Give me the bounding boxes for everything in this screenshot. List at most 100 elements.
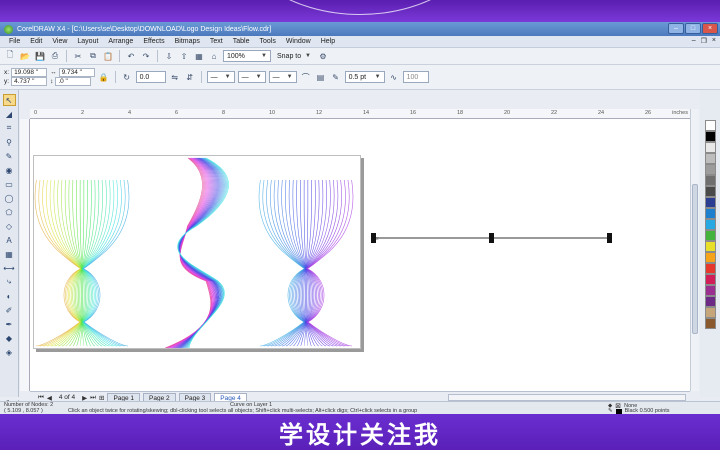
options-icon[interactable]: ⚙ [317, 50, 329, 62]
rectangle-tool-icon[interactable]: ▭ [3, 178, 16, 190]
menu-window[interactable]: Window [281, 38, 316, 45]
print-icon[interactable]: ⎙ [49, 50, 61, 62]
horizontal-scrollbar[interactable] [448, 394, 686, 401]
eyedropper-icon[interactable]: ✐ [3, 304, 16, 316]
outline-swatch [615, 408, 622, 414]
table-tool-icon[interactable]: ▦ [3, 248, 16, 260]
welcome-icon[interactable]: ⌂ [208, 50, 220, 62]
y-position-field[interactable]: 4.737 " [11, 77, 48, 86]
palette-swatch[interactable] [704, 197, 716, 208]
palette-swatch[interactable] [704, 285, 716, 296]
import-icon[interactable]: ⇩ [163, 50, 175, 62]
palette-swatch[interactable] [704, 263, 716, 274]
open-icon[interactable]: 📂 [19, 50, 31, 62]
doc-minimize-icon[interactable]: – [692, 37, 696, 45]
end-arrow-combo[interactable]: — ▼ [268, 71, 297, 83]
close-curve-icon[interactable]: ⌒ [300, 71, 312, 83]
palette-swatch[interactable] [704, 296, 716, 307]
rotate-icon[interactable]: ↻ [121, 71, 133, 83]
palette-swatch[interactable] [704, 230, 716, 241]
export-icon[interactable]: ⇧ [178, 50, 190, 62]
palette-swatch[interactable] [704, 120, 716, 131]
doc-close-icon[interactable]: × [712, 37, 716, 45]
outline-width-combo[interactable]: 0.5 pt ▼ [344, 71, 385, 83]
outline-tool-icon[interactable]: ✒ [3, 318, 16, 330]
freehand-tool-icon[interactable]: ✎ [3, 150, 16, 162]
wrap-text-icon[interactable]: ▤ [315, 71, 327, 83]
palette-swatch[interactable] [704, 175, 716, 186]
crop-tool-icon[interactable]: ⌗ [3, 122, 16, 134]
mirror-vertical-icon[interactable]: ⇵ [184, 71, 196, 83]
fill-tool-icon[interactable]: ◆ [3, 332, 16, 344]
start-arrow-combo[interactable]: — ▼ [206, 71, 235, 83]
menu-tools[interactable]: Tools [254, 38, 280, 45]
menu-table[interactable]: Table [228, 38, 255, 45]
text-tool-icon[interactable]: A [3, 234, 16, 246]
connector-tool-icon[interactable]: ⤷ [3, 276, 16, 288]
polygon-tool-icon[interactable]: ⬠ [3, 206, 16, 218]
cut-icon[interactable]: ✂ [72, 50, 84, 62]
pick-tool-icon[interactable]: ↖ [2, 94, 16, 106]
outline-pen-icon[interactable]: ✎ [330, 71, 342, 83]
ellipse-tool-icon[interactable]: ◯ [3, 192, 16, 204]
undo-icon[interactable]: ↶ [125, 50, 137, 62]
palette-swatch[interactable] [704, 131, 716, 142]
snap-to-combo[interactable]: Snap to ▼ [274, 50, 314, 62]
drawing-page[interactable] [33, 155, 361, 349]
menu-bitmaps[interactable]: Bitmaps [170, 38, 205, 45]
x-position-field[interactable]: 19.098 " [11, 68, 48, 77]
vertical-scrollbar[interactable] [690, 109, 699, 391]
palette-swatch[interactable] [704, 274, 716, 285]
doc-restore-icon[interactable]: ❐ [701, 37, 707, 45]
video-top-band [0, 0, 720, 22]
menu-text[interactable]: Text [205, 38, 228, 45]
palette-swatch[interactable] [704, 241, 716, 252]
lock-ratio-icon[interactable]: 🔒 [98, 71, 110, 83]
palette-swatch[interactable] [704, 252, 716, 263]
line-style-combo[interactable]: — ▼ [237, 71, 266, 83]
copy-icon[interactable]: ⧉ [87, 50, 99, 62]
angle-field[interactable]: 0.0 [135, 71, 166, 83]
smart-fill-icon[interactable]: ◉ [3, 164, 16, 176]
basic-shapes-icon[interactable]: ◇ [3, 220, 16, 232]
menu-file[interactable]: File [4, 38, 25, 45]
drawing-canvas[interactable]: x [30, 119, 690, 391]
vertical-ruler[interactable] [20, 119, 30, 391]
curve-smoothing-icon[interactable]: ∿ [388, 71, 400, 83]
palette-swatch[interactable] [704, 142, 716, 153]
smoothing-field[interactable]: 100 [402, 71, 429, 83]
interactive-blend-icon[interactable]: ◐ [3, 290, 16, 302]
zoom-levels-combo[interactable]: 100% ▼ [223, 50, 271, 62]
redo-icon[interactable]: ↷ [140, 50, 152, 62]
palette-swatch[interactable] [704, 307, 716, 318]
new-document-icon[interactable]: 🗋 [4, 50, 16, 62]
maximize-button[interactable]: □ [685, 23, 701, 34]
menu-arrange[interactable]: Arrange [103, 38, 138, 45]
minimize-button[interactable]: – [668, 23, 684, 34]
zoom-tool-icon[interactable]: ⚲ [3, 136, 16, 148]
palette-swatch[interactable] [704, 164, 716, 175]
svg-text:x: x [376, 236, 379, 242]
mirror-horizontal-icon[interactable]: ⇋ [169, 71, 181, 83]
menu-edit[interactable]: Edit [25, 38, 47, 45]
palette-swatch[interactable] [704, 219, 716, 230]
vertical-scroll-thumb[interactable] [692, 184, 698, 334]
close-button[interactable]: × [702, 23, 718, 34]
menu-view[interactable]: View [47, 38, 72, 45]
dimension-tool-icon[interactable]: ⟷ [3, 262, 16, 274]
paste-icon[interactable]: 📋 [102, 50, 114, 62]
palette-swatch[interactable] [704, 208, 716, 219]
palette-swatch[interactable] [704, 318, 716, 329]
menu-effects[interactable]: Effects [138, 38, 169, 45]
app-launcher-icon[interactable]: ▦ [193, 50, 205, 62]
menu-help[interactable]: Help [316, 38, 340, 45]
menu-layout[interactable]: Layout [72, 38, 103, 45]
height-field[interactable]: .0 " [55, 77, 92, 86]
width-field[interactable]: 9.734 " [58, 68, 95, 77]
interactive-fill-icon[interactable]: ◈ [3, 346, 16, 358]
shape-tool-icon[interactable]: ◢ [3, 108, 16, 120]
save-icon[interactable]: 💾 [34, 50, 46, 62]
palette-swatch[interactable] [704, 153, 716, 164]
horizontal-ruler[interactable]: inches 0 2 4 6 8 10 12 14 16 18 20 22 24 26 [30, 109, 694, 119]
palette-swatch[interactable] [704, 186, 716, 197]
